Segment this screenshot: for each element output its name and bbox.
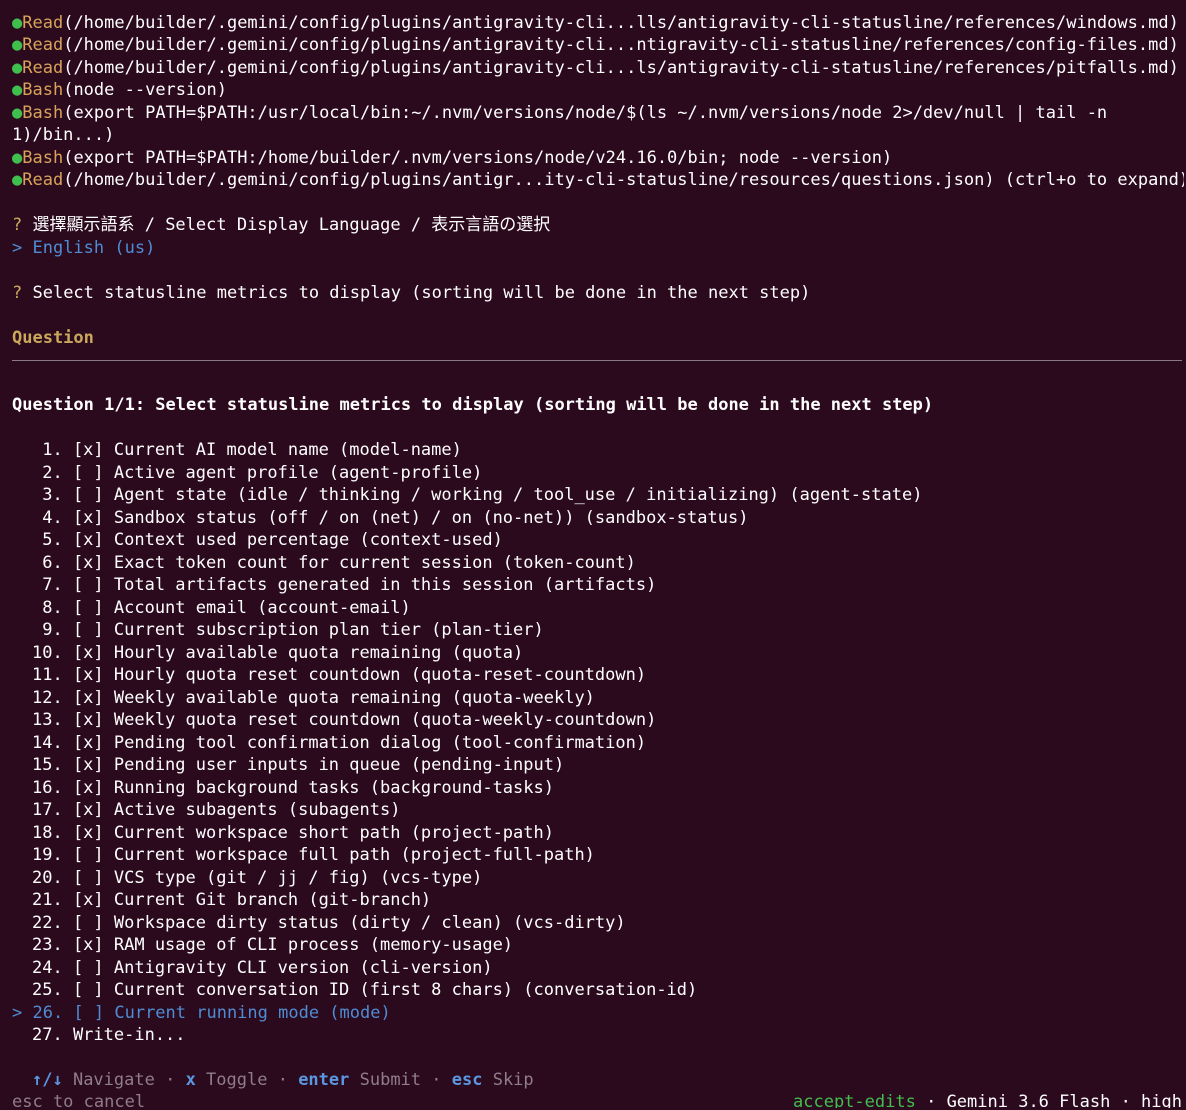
status-dot-icon: ● bbox=[12, 80, 23, 100]
option-item[interactable]: 5. [x] Context used percentage (context-… bbox=[32, 529, 503, 551]
tool-log-line: ●Bash(export PATH=$PATH:/usr/local/bin:~… bbox=[12, 102, 1107, 124]
option-item[interactable]: 12. [x] Weekly available quota remaining… bbox=[32, 687, 595, 709]
key-hints: ↑/↓ Navigate · x Toggle · enter Submit ·… bbox=[32, 1070, 534, 1090]
option-item[interactable]: 13. [x] Weekly quota reset countdown (qu… bbox=[32, 709, 656, 731]
option-item[interactable]: 10. [x] Hourly available quota remaining… bbox=[32, 642, 523, 664]
option-item[interactable]: 4. [x] Sandbox status (off / on (net) / … bbox=[32, 507, 748, 529]
tool-log-line: ●Read(/home/builder/.gemini/config/plugi… bbox=[12, 12, 1179, 34]
tool-args: 1)/bin...) bbox=[12, 125, 115, 145]
question-title: Question 1/1: Select statusline metrics … bbox=[12, 395, 934, 415]
tool-args: (/home/builder/.gemini/config/plugins/an… bbox=[63, 58, 1179, 78]
tool-args: (/home/builder/.gemini/config/plugins/an… bbox=[63, 35, 1179, 55]
option-item[interactable]: 22. [ ] Workspace dirty status (dirty / … bbox=[32, 912, 626, 934]
tool-args: (export PATH=$PATH:/home/builder/.nvm/ve… bbox=[63, 148, 893, 168]
tool-log-line: ●Read(/home/builder/.gemini/config/plugi… bbox=[12, 57, 1179, 79]
status-dot-icon: ● bbox=[12, 58, 23, 78]
tool-name: Bash bbox=[22, 148, 64, 168]
option-item[interactable]: 17. [x] Active subagents (subagents) bbox=[32, 799, 400, 821]
tool-name: Read bbox=[22, 13, 64, 33]
option-item[interactable]: 18. [x] Current workspace short path (pr… bbox=[32, 822, 554, 844]
language-answer: > English (us) bbox=[12, 238, 156, 258]
tool-args: (export PATH=$PATH:/usr/local/bin:~/.nvm… bbox=[63, 103, 1108, 123]
tool-name: Read bbox=[22, 58, 64, 78]
option-item[interactable]: 1. [x] Current AI model name (model-name… bbox=[32, 439, 462, 461]
mode-indicator: accept-edits bbox=[793, 1092, 916, 1108]
metrics-prompt: ? Select statusline metrics to display (… bbox=[12, 283, 811, 303]
section-divider bbox=[12, 360, 1182, 361]
tool-args: (node --version) bbox=[63, 80, 227, 100]
option-item[interactable]: 23. [x] RAM usage of CLI process (memory… bbox=[32, 934, 513, 956]
tool-log-line: ●Bash(node --version) bbox=[12, 79, 227, 101]
option-item[interactable]: 3. [ ] Agent state (idle / thinking / wo… bbox=[32, 484, 922, 506]
esc-key: esc bbox=[451, 1070, 483, 1090]
tool-log-line: ●Read(/home/builder/.gemini/config/plugi… bbox=[12, 34, 1179, 56]
tool-args: (/home/builder/.gemini/config/plugins/an… bbox=[63, 13, 1179, 33]
status-dot-icon: ● bbox=[12, 170, 23, 190]
tool-log-line: 1)/bin...) bbox=[12, 124, 114, 146]
section-label: Question bbox=[12, 328, 94, 348]
option-item[interactable]: 9. [ ] Current subscription plan tier (p… bbox=[32, 619, 544, 641]
effort-indicator: high bbox=[1141, 1092, 1182, 1108]
option-item[interactable]: 16. [x] Running background tasks (backgr… bbox=[32, 777, 554, 799]
cancel-hint: esc to cancel bbox=[12, 1092, 146, 1108]
navigate-key: ↑/↓ bbox=[32, 1070, 63, 1090]
option-item[interactable]: 15. [x] Pending user inputs in queue (pe… bbox=[32, 754, 564, 776]
tool-name: Bash bbox=[22, 80, 64, 100]
option-item[interactable]: 8. [ ] Account email (account-email) bbox=[32, 597, 410, 619]
option-item[interactable]: 7. [ ] Total artifacts generated in this… bbox=[32, 574, 656, 596]
tool-name: Read bbox=[22, 35, 64, 55]
option-item[interactable]: 11. [x] Hourly quota reset countdown (qu… bbox=[32, 664, 646, 686]
tool-name: Read bbox=[22, 170, 64, 190]
status-dot-icon: ● bbox=[12, 35, 23, 55]
option-write-in[interactable]: 27. Write-in... bbox=[32, 1024, 186, 1046]
status-dot-icon: ● bbox=[12, 148, 23, 168]
option-item[interactable]: 6. [x] Exact token count for current ses… bbox=[32, 552, 636, 574]
tool-log-line: ●Read(/home/builder/.gemini/config/plugi… bbox=[12, 169, 1184, 191]
status-bar: accept-edits · Gemini 3.6 Flash · high bbox=[793, 1091, 1182, 1108]
tool-log-line: ●Bash(export PATH=$PATH:/home/builder/.n… bbox=[12, 147, 892, 169]
option-item[interactable]: 19. [ ] Current workspace full path (pro… bbox=[32, 844, 595, 866]
enter-key: enter bbox=[298, 1070, 350, 1090]
tool-args: (/home/builder/.gemini/config/plugins/an… bbox=[63, 170, 1184, 190]
model-indicator: Gemini 3.6 Flash bbox=[946, 1092, 1111, 1108]
language-prompt: ? 選擇顯示語系 / Select Display Language / 表示言… bbox=[12, 215, 551, 235]
option-item[interactable]: 24. [ ] Antigravity CLI version (cli-ver… bbox=[32, 957, 493, 979]
terminal-window: ●Read(/home/builder/.gemini/config/plugi… bbox=[2, 2, 1184, 1108]
status-dot-icon: ● bbox=[12, 13, 23, 33]
toggle-key: x bbox=[185, 1070, 196, 1090]
option-item[interactable]: 21. [x] Current Git branch (git-branch) bbox=[32, 889, 431, 911]
option-item[interactable]: 2. [ ] Active agent profile (agent-profi… bbox=[32, 462, 482, 484]
option-item[interactable]: 20. [ ] VCS type (git / jj / fig) (vcs-t… bbox=[32, 867, 482, 889]
option-item[interactable]: 25. [ ] Current conversation ID (first 8… bbox=[32, 979, 697, 1001]
tool-name: Bash bbox=[22, 103, 64, 123]
status-dot-icon: ● bbox=[12, 103, 23, 123]
option-selected[interactable]: > 26. [ ] Current running mode (mode) bbox=[12, 1002, 391, 1024]
option-item[interactable]: 14. [x] Pending tool confirmation dialog… bbox=[32, 732, 646, 754]
